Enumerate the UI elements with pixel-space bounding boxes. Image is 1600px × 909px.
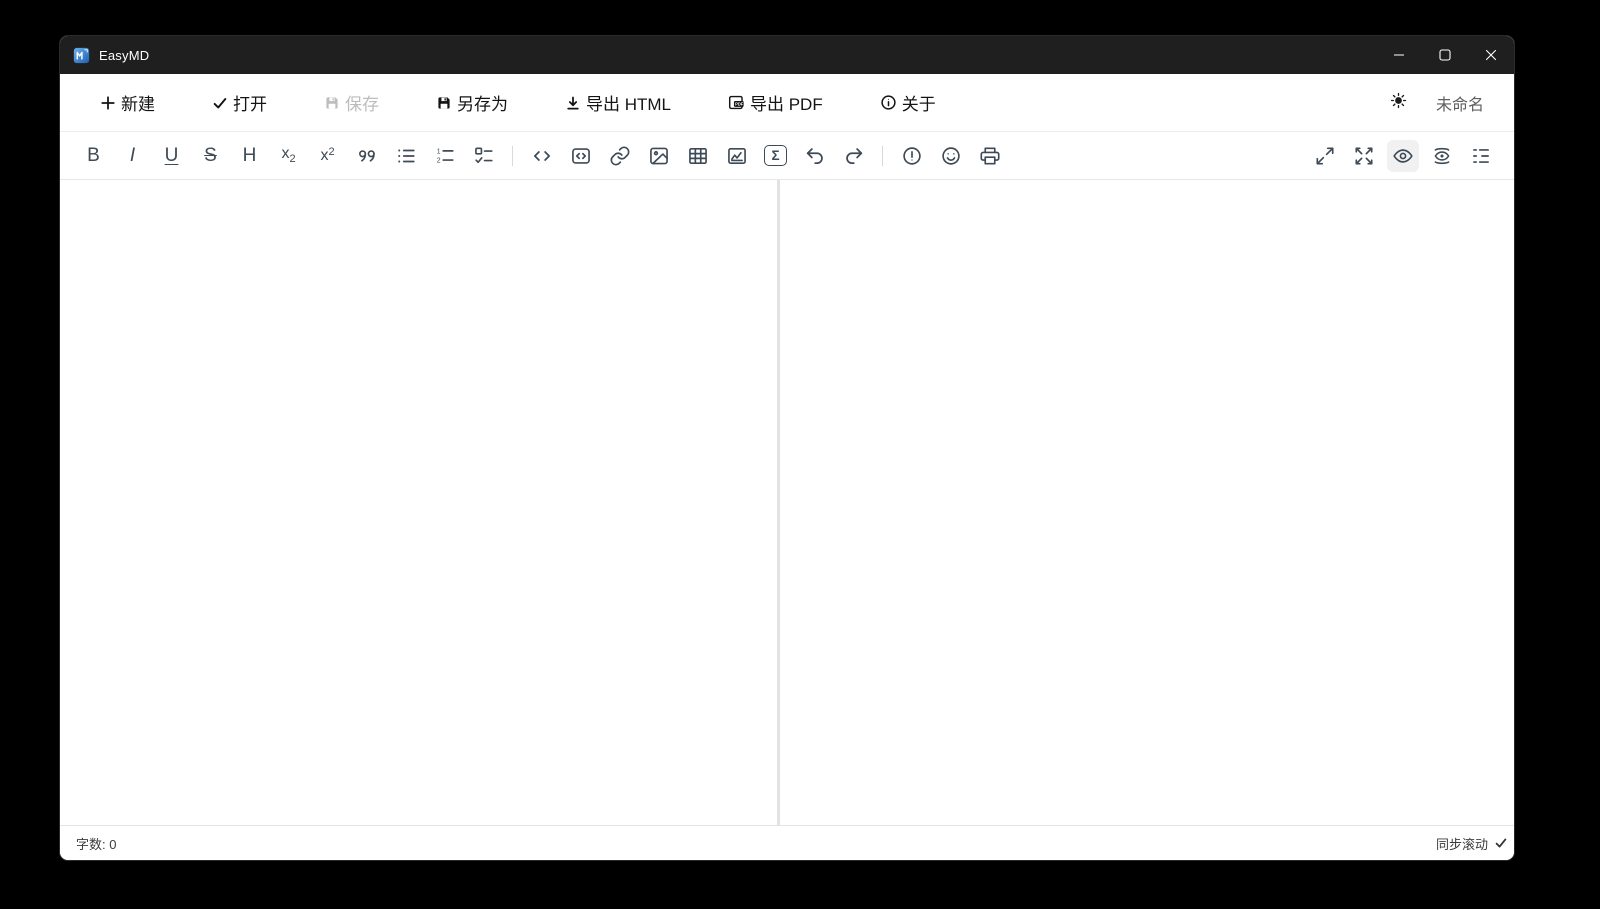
chart-button[interactable]	[721, 140, 753, 172]
close-button[interactable]	[1468, 36, 1514, 74]
heading-icon: H	[242, 145, 257, 166]
svg-text:1: 1	[436, 148, 440, 155]
alert-circle-icon	[901, 145, 923, 167]
view-toolbar	[1305, 139, 1500, 172]
plus-icon	[100, 95, 116, 111]
image-button[interactable]	[643, 140, 675, 172]
link-button[interactable]	[604, 140, 636, 172]
bold-button[interactable]: B	[78, 140, 110, 172]
document-name: 未命名	[1435, 96, 1484, 114]
info-circle-icon	[880, 94, 897, 111]
bold-icon: B	[87, 145, 100, 166]
superscript-icon: x2	[320, 146, 335, 164]
task-list-icon	[473, 145, 495, 167]
shrink-expand-icon	[1314, 145, 1336, 167]
heading-button[interactable]: H	[234, 140, 266, 172]
sync-preview-button[interactable]	[1426, 140, 1458, 172]
print-icon	[979, 145, 1001, 167]
blockquote-button[interactable]	[351, 140, 383, 172]
image-icon	[648, 145, 670, 167]
superscript-button[interactable]: x2	[312, 140, 344, 172]
window-controls	[1376, 36, 1514, 74]
fullscreen-icon	[1353, 145, 1375, 167]
about-button[interactable]: 关于	[880, 90, 936, 115]
subscript-icon: x2	[281, 145, 296, 165]
word-count: 字数: 0	[76, 836, 117, 852]
floppy-icon	[436, 95, 452, 111]
bullet-list-button[interactable]	[390, 140, 422, 172]
link-icon	[609, 145, 631, 167]
menubar: 新建 打开 保存 另存为 导出 HTML PDF 导出 PDF 关于 未命名	[60, 74, 1514, 131]
sync-preview-eye-icon	[1431, 145, 1453, 167]
bullet-list-icon	[395, 145, 417, 167]
export-pdf-button[interactable]: PDF 导出 PDF	[728, 90, 823, 115]
app-logo-icon	[73, 47, 90, 64]
formula-icon: Σ	[764, 145, 787, 166]
sync-scroll-label: 同步滚动	[1435, 836, 1488, 852]
maximize-button[interactable]	[1422, 36, 1468, 74]
sync-scroll-checkbox[interactable]	[1494, 836, 1508, 850]
preview-eye-icon	[1392, 145, 1414, 167]
strikethrough-button[interactable]: S	[195, 140, 227, 172]
code-block-icon	[570, 145, 592, 167]
emoji-button[interactable]	[935, 140, 967, 172]
emoji-icon	[940, 145, 962, 167]
ordered-list-icon: 12	[434, 145, 456, 167]
outline-button[interactable]	[1465, 140, 1497, 172]
theme-toggle-button[interactable]	[1384, 88, 1414, 118]
format-toolbar: B I U S H x2 x2 12 Σ	[60, 131, 1514, 180]
strikethrough-icon: S	[204, 145, 217, 166]
app-title: EasyMD	[99, 47, 150, 63]
italic-icon: I	[129, 145, 136, 166]
undo-icon	[804, 145, 826, 167]
redo-button[interactable]	[838, 140, 870, 172]
fullscreen-button[interactable]	[1348, 140, 1380, 172]
editor-split	[60, 180, 1514, 825]
open-button[interactable]: 打开	[212, 90, 267, 115]
new-button[interactable]: 新建	[100, 90, 155, 115]
underline-icon: U	[164, 145, 179, 166]
minimize-button[interactable]	[1376, 36, 1422, 74]
check-icon	[212, 95, 228, 111]
toolbar-separator	[512, 145, 513, 166]
statusbar-right: 同步滚动	[1436, 834, 1508, 853]
export-html-button[interactable]: 导出 HTML	[565, 90, 671, 115]
download-icon	[565, 95, 581, 111]
undo-button[interactable]	[799, 140, 831, 172]
table-button[interactable]	[682, 140, 714, 172]
italic-button[interactable]: I	[117, 140, 149, 172]
editor-pane[interactable]	[60, 180, 777, 825]
app-window: EasyMD 新建 打开 保存 另存为 导出 HTML PDF 导出 PDF 关…	[60, 36, 1514, 860]
subscript-button[interactable]: x2	[273, 140, 305, 172]
code-block-button[interactable]	[565, 140, 597, 172]
alert-button[interactable]	[896, 140, 928, 172]
svg-text:PDF: PDF	[735, 101, 744, 106]
outline-icon	[1470, 145, 1492, 167]
formula-button[interactable]: Σ	[760, 140, 792, 172]
blockquote-icon	[356, 145, 378, 167]
statusbar: 字数: 0 同步滚动	[60, 825, 1514, 860]
task-list-button[interactable]	[468, 140, 500, 172]
chart-icon	[726, 145, 748, 167]
titlebar: EasyMD	[60, 36, 1514, 74]
pdf-file-icon: PDF	[728, 94, 745, 111]
ordered-list-button[interactable]: 12	[429, 140, 461, 172]
toolbar-separator	[882, 145, 883, 166]
save-as-button[interactable]: 另存为	[436, 90, 508, 115]
preview-toggle-button[interactable]	[1386, 139, 1419, 172]
redo-icon	[843, 145, 865, 167]
sun-icon	[1389, 91, 1408, 115]
inline-code-button[interactable]	[526, 140, 558, 172]
save-button: 保存	[324, 90, 379, 115]
underline-button[interactable]: U	[156, 140, 188, 172]
table-icon	[687, 145, 709, 167]
print-button[interactable]	[974, 140, 1006, 172]
svg-text:2: 2	[436, 157, 440, 164]
inline-code-icon	[531, 145, 553, 167]
menubar-right: 未命名	[1384, 88, 1484, 118]
floppy-icon	[324, 95, 340, 111]
shrink-button[interactable]	[1309, 140, 1341, 172]
preview-pane[interactable]	[780, 180, 1514, 825]
